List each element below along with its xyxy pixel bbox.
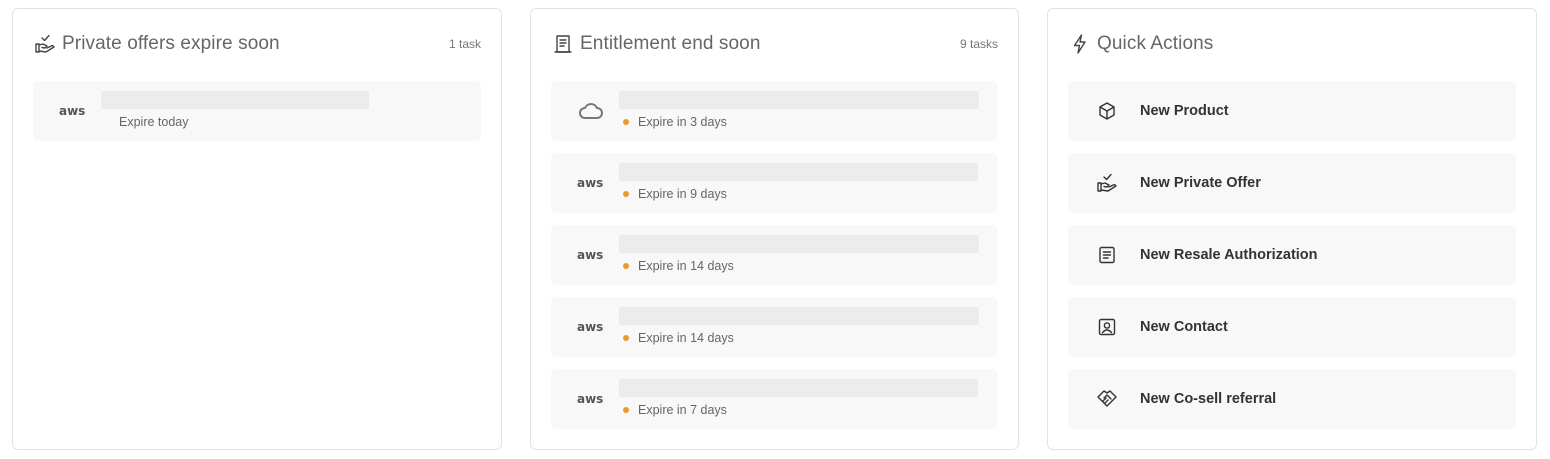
quick-actions-card: Quick Actions New Product New Private Of…: [1047, 8, 1537, 450]
status-dot: [623, 263, 629, 269]
quick-actions-header: Quick Actions: [1069, 31, 1516, 57]
new-private-offer-label: New Private Offer: [1140, 175, 1261, 191]
private-offers-title: Private offers expire soon: [62, 33, 280, 54]
contact-card-icon: [1096, 316, 1118, 338]
status-dot: [623, 191, 629, 197]
entitlement-status: Expire in 3 days: [623, 115, 727, 129]
new-resale-authorization-button[interactable]: New Resale Authorization: [1068, 225, 1516, 285]
list-item[interactable]: Expire in 3 days: [551, 81, 998, 141]
offer-status: Expire today: [119, 115, 189, 129]
cloud-logo-icon: [577, 100, 605, 122]
entitlement-name-placeholder: [619, 163, 978, 181]
offer-name-placeholder: [101, 91, 369, 109]
hand-check-icon: [34, 33, 56, 55]
list-item[interactable]: aws Expire in 9 days: [551, 153, 998, 213]
entitlement-status: Expire in 9 days: [623, 187, 727, 201]
entitlements-title: Entitlement end soon: [580, 33, 761, 54]
new-co-sell-referral-button[interactable]: New Co-sell referral: [1068, 369, 1516, 429]
lightning-icon: [1069, 33, 1091, 55]
new-contact-button[interactable]: New Contact: [1068, 297, 1516, 357]
handshake-icon: [1096, 388, 1118, 410]
receipt-icon: [552, 33, 574, 55]
entitlement-name-placeholder: [619, 91, 979, 109]
aws-logo-icon: aws: [577, 176, 605, 190]
new-co-sell-referral-label: New Co-sell referral: [1140, 391, 1277, 407]
new-resale-authorization-label: New Resale Authorization: [1140, 247, 1318, 263]
private-offers-count: 1 task: [448, 37, 481, 51]
status-dot: [623, 335, 629, 341]
new-product-button[interactable]: New Product: [1068, 81, 1516, 141]
quick-actions-title: Quick Actions: [1097, 33, 1214, 54]
status-dot: [623, 407, 629, 413]
entitlement-name-placeholder: [619, 235, 979, 253]
entitlement-name-placeholder: [619, 307, 979, 325]
private-offers-card: Private offers expire soon 1 task aws Ex…: [12, 8, 502, 450]
entitlement-status: Expire in 14 days: [623, 331, 734, 345]
hand-check-icon: [1096, 172, 1118, 194]
entitlement-status: Expire in 7 days: [623, 403, 727, 417]
aws-logo-icon: aws: [577, 248, 605, 262]
list-item[interactable]: aws Expire in 7 days: [551, 369, 998, 429]
new-product-label: New Product: [1140, 103, 1229, 119]
entitlement-name-placeholder: [619, 379, 978, 397]
new-contact-label: New Contact: [1140, 319, 1228, 335]
list-item[interactable]: aws Expire in 14 days: [551, 297, 998, 357]
aws-logo-icon: aws: [577, 320, 605, 334]
document-icon: [1096, 244, 1118, 266]
entitlement-status: Expire in 14 days: [623, 259, 734, 273]
private-offers-header: Private offers expire soon 1 task: [34, 31, 481, 57]
cube-icon: [1096, 100, 1118, 122]
aws-logo-icon: aws: [59, 104, 87, 118]
aws-logo-icon: aws: [577, 392, 605, 406]
list-item[interactable]: aws Expire in 14 days: [551, 225, 998, 285]
status-dot: [623, 119, 629, 125]
entitlements-count: 9 tasks: [959, 37, 998, 51]
entitlements-card: Entitlement end soon 9 tasks Expire in 3…: [530, 8, 1019, 450]
entitlements-header: Entitlement end soon 9 tasks: [552, 31, 998, 57]
new-private-offer-button[interactable]: New Private Offer: [1068, 153, 1516, 213]
list-item[interactable]: aws Expire today: [33, 81, 481, 141]
